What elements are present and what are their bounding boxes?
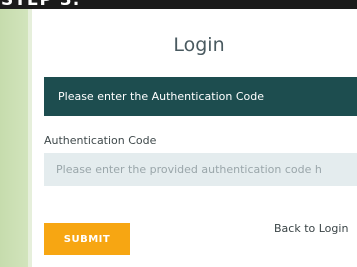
step-banner: STEP 3: [0,0,357,9]
authentication-code-label: Authentication Code [44,134,157,147]
page-title: Login [173,34,225,56]
submit-button[interactable]: SUBMIT [44,223,130,255]
left-background-strip [0,9,28,267]
info-alert-text: Please enter the Authentication Code [58,90,264,103]
back-to-login-link[interactable]: Back to Login [274,222,348,235]
info-alert: Please enter the Authentication Code [44,77,357,116]
authentication-code-input[interactable] [44,153,357,186]
step-banner-text: STEP 3: [1,0,80,9]
login-panel: Login Please enter the Authentication Co… [32,9,357,267]
